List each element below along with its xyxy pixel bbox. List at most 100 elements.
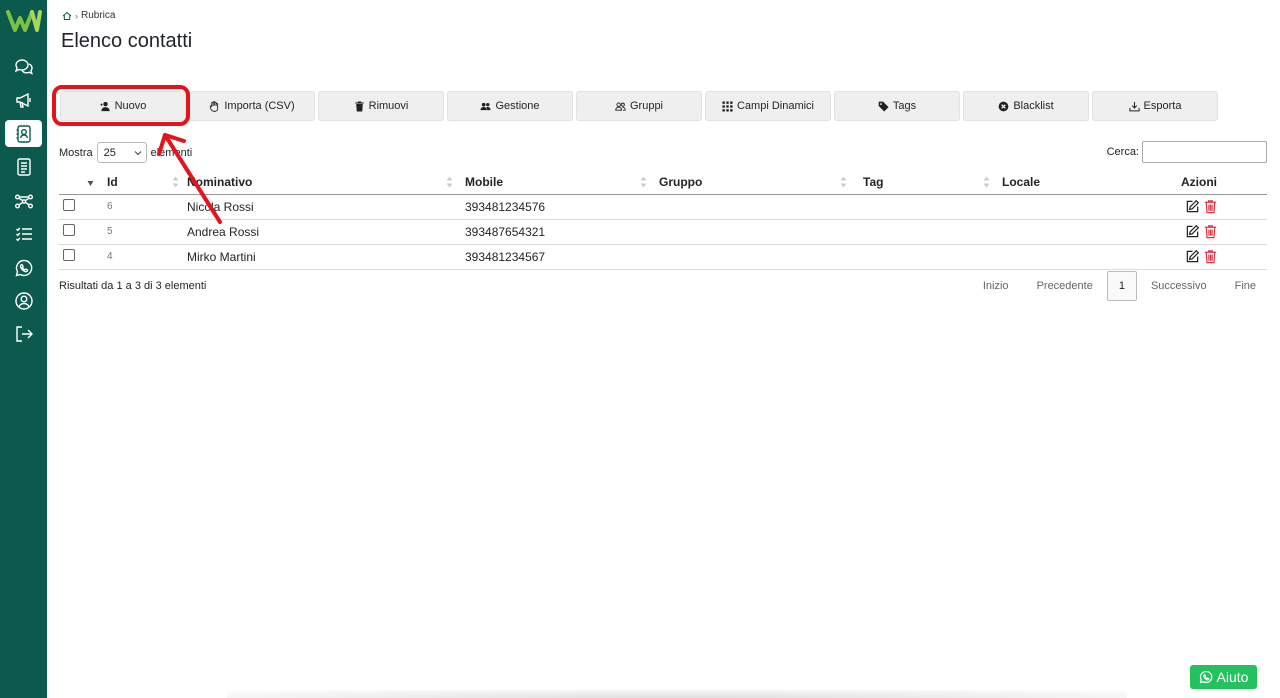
cell-group	[655, 219, 859, 245]
megaphone-icon	[15, 92, 31, 108]
nav-tasks[interactable]	[5, 220, 42, 247]
new-contact-button[interactable]: Nuovo	[60, 91, 186, 121]
column-label-name: Nominativo	[187, 174, 253, 189]
remove-button[interactable]: Rimuovi	[318, 91, 444, 121]
blacklist-button[interactable]: Blacklist	[963, 91, 1089, 121]
home-icon[interactable]	[62, 11, 72, 21]
table-row: 5 Andrea Rossi 393487654321	[59, 219, 1267, 245]
column-label-locale: Locale	[1002, 174, 1041, 189]
column-label-tag: Tag	[863, 174, 884, 189]
row-select-cell	[59, 244, 103, 270]
nav-chat[interactable]	[5, 53, 42, 80]
column-header-tag[interactable]: Tag	[859, 170, 998, 195]
dynamic-fields-button[interactable]: Campi Dinamici	[705, 91, 831, 121]
cell-actions	[1131, 194, 1267, 220]
delete-icon[interactable]	[1203, 224, 1218, 239]
row-checkbox[interactable]	[63, 224, 75, 236]
sort-desc-icon[interactable]	[87, 177, 94, 189]
groups-button-label: Gruppi	[629, 100, 664, 112]
page-first-button[interactable]: Inizio	[969, 271, 1023, 301]
nav-templates[interactable]	[5, 153, 42, 180]
page-prev-button[interactable]: Precedente	[1023, 271, 1107, 301]
row-checkbox[interactable]	[63, 249, 75, 261]
sort-icon	[840, 176, 847, 188]
nav-campaigns[interactable]	[5, 86, 42, 113]
nav-contacts[interactable]	[5, 120, 42, 147]
page-last-button[interactable]: Fine	[1221, 271, 1270, 301]
page-title: Elenco contatti	[61, 30, 193, 52]
import-csv-button[interactable]: Importa (CSV)	[189, 91, 315, 121]
sort-icon	[640, 176, 647, 188]
export-button[interactable]: Esporta	[1092, 91, 1218, 121]
cell-mobile: 393487654321	[461, 219, 655, 245]
column-header-locale[interactable]: Locale	[998, 170, 1131, 195]
column-label-group: Gruppo	[659, 174, 703, 189]
column-header-mobile[interactable]: Mobile	[461, 170, 655, 195]
page-length-control: Mostra 25 elementi	[59, 142, 192, 163]
table-row: 6 Nicola Rossi 393481234576	[59, 194, 1267, 220]
whatsapp-icon	[15, 259, 32, 276]
sort-icon	[446, 176, 453, 188]
sort-icon	[172, 176, 179, 188]
edit-icon[interactable]	[1185, 199, 1200, 214]
block-icon	[998, 101, 1009, 111]
help-button-label: Aiuto	[1216, 669, 1249, 685]
user-circle-icon	[14, 291, 33, 310]
blacklist-button-label: Blacklist	[1013, 100, 1054, 112]
cell-group	[655, 194, 859, 220]
breadcrumb-current: Rubrica	[81, 10, 116, 21]
nav-logout[interactable]	[5, 320, 42, 347]
cell-locale	[998, 194, 1131, 220]
cell-mobile: 393481234576	[461, 194, 655, 220]
delete-icon[interactable]	[1203, 199, 1218, 214]
edit-icon[interactable]	[1185, 249, 1200, 264]
grid-icon	[722, 100, 733, 112]
column-label-actions: Azioni	[1181, 174, 1217, 189]
nav-flows[interactable]	[5, 187, 42, 214]
pagination: Inizio Precedente 1 Successivo Fine	[969, 271, 1270, 301]
search-label: Cerca:	[1106, 146, 1139, 158]
column-header-group[interactable]: Gruppo	[655, 170, 859, 195]
hand-icon	[210, 100, 219, 112]
column-header-actions: Azioni	[1131, 170, 1267, 195]
tags-button[interactable]: Tags	[834, 91, 960, 121]
edit-icon[interactable]	[1185, 224, 1200, 239]
group-icon	[615, 101, 626, 111]
column-label-id: Id	[107, 174, 118, 189]
breadcrumb-separator-icon: ›	[75, 10, 78, 21]
page-length-value: 25	[103, 146, 116, 159]
column-header-id[interactable]: Id	[103, 170, 183, 195]
remove-button-label: Rimuovi	[368, 100, 409, 112]
row-checkbox[interactable]	[63, 199, 75, 211]
page-current-button[interactable]: 1	[1106, 271, 1137, 301]
sort-icon	[983, 176, 990, 188]
tag-icon	[878, 101, 889, 111]
page-next-button[interactable]: Successivo	[1137, 271, 1221, 301]
search-input[interactable]	[1142, 141, 1267, 163]
table-row: 4 Mirko Martini 393481234567	[59, 244, 1267, 270]
cell-name: Mirko Martini	[183, 244, 461, 270]
cell-tag	[859, 194, 998, 220]
cell-id: 4	[103, 244, 183, 270]
help-button[interactable]: Aiuto	[1190, 665, 1257, 689]
app-logo[interactable]	[6, 6, 42, 34]
checklist-icon	[15, 227, 32, 241]
cell-actions	[1131, 244, 1267, 270]
column-header-name[interactable]: Nominativo	[183, 170, 461, 195]
cell-name: Nicola Rossi	[183, 194, 461, 220]
new-contact-button-label: Nuovo	[114, 100, 147, 112]
nav-profile[interactable]	[5, 287, 42, 314]
nav-whatsapp[interactable]	[5, 254, 42, 281]
export-button-label: Esporta	[1143, 100, 1182, 112]
cell-tag	[859, 244, 998, 270]
show-prefix-label: Mostra	[59, 146, 93, 159]
page-length-select[interactable]: 25	[96, 142, 147, 163]
cell-id: 6	[103, 194, 183, 220]
dynamic-fields-button-label: Campi Dinamici	[736, 100, 815, 112]
delete-icon[interactable]	[1203, 249, 1218, 264]
tags-button-label: Tags	[892, 100, 917, 112]
manage-button[interactable]: Gestione	[447, 91, 573, 121]
search-control: Cerca:	[1107, 141, 1267, 163]
groups-button[interactable]: Gruppi	[576, 91, 702, 121]
sidebar	[0, 0, 47, 698]
